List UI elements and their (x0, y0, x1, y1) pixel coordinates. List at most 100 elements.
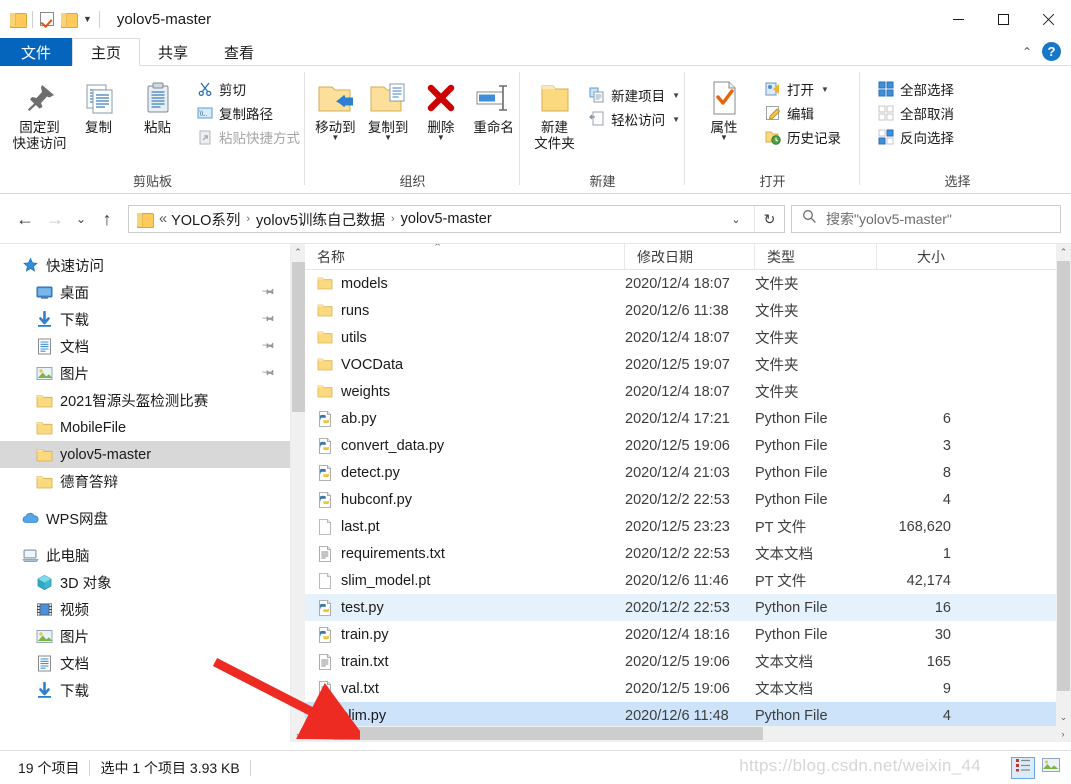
table-row[interactable]: hubconf.py 2020/12/2 22:53 Python File 4 (305, 486, 1071, 513)
forward-button[interactable]: → (40, 204, 70, 234)
pin-to-quick-access-button[interactable]: 固定到 快速访问 (10, 75, 69, 152)
table-row[interactable]: ab.py 2020/12/4 17:21 Python File 6 (305, 405, 1071, 432)
table-row[interactable]: slim_model.pt 2020/12/6 11:46 PT 文件 42,174 (305, 567, 1071, 594)
tab-home[interactable]: 主页 (72, 38, 141, 66)
search-input[interactable]: 搜索"yolov5-master" (826, 209, 952, 229)
minimize-button[interactable] (936, 0, 981, 38)
column-header-date[interactable]: 修改日期 (625, 244, 755, 270)
sidebar-item-1[interactable]: 桌面 (0, 279, 290, 306)
sidebar-item-10[interactable]: WPS网盘 (0, 505, 290, 532)
caret-down-icon[interactable]: ▼ (384, 133, 392, 141)
search-box[interactable]: 搜索"yolov5-master" (791, 205, 1061, 233)
table-row[interactable]: utils 2020/12/4 18:07 文件夹 (305, 324, 1071, 351)
table-row[interactable]: detect.py 2020/12/4 21:03 Python File 8 (305, 459, 1071, 486)
caret-down-icon[interactable]: ▼ (720, 133, 728, 141)
table-row[interactable]: last.pt 2020/12/5 23:23 PT 文件 168,620 (305, 513, 1071, 540)
file-list-horizontal-scrollbar[interactable]: ‹ › (305, 726, 1071, 742)
tab-view[interactable]: 查看 (206, 38, 272, 66)
tab-share[interactable]: 共享 (140, 38, 206, 66)
caret-down-icon[interactable]: ▼ (437, 133, 445, 141)
scroll-up-arrow-icon[interactable]: ⌃ (1056, 244, 1071, 261)
copy-path-button[interactable]: \\.. 复制路径 (193, 101, 305, 125)
breadcrumb-separator[interactable]: › (244, 213, 252, 225)
address-bar[interactable]: « YOLO系列 › yolov5训练自己数据 › yolov5-master … (128, 205, 785, 233)
pin-icon[interactable] (258, 310, 277, 329)
caret-down-icon[interactable]: ▼ (672, 115, 680, 124)
scroll-down-arrow-icon[interactable]: ⌄ (1056, 709, 1071, 726)
file-list-vertical-scrollbar[interactable]: ⌃ ⌄ (1056, 244, 1071, 726)
easy-access-button[interactable]: 轻松访问 ▼ (585, 107, 685, 131)
table-row[interactable]: runs 2020/12/6 11:38 文件夹 (305, 297, 1071, 324)
new-folder-button[interactable]: 新建 文件夹 (528, 75, 581, 152)
table-row[interactable]: convert_data.py 2020/12/5 19:06 Python Fil… (305, 432, 1071, 459)
copy-button[interactable]: 复制 (69, 75, 128, 136)
scrollbar-thumb[interactable] (292, 262, 305, 412)
scrollbar-thumb[interactable] (333, 727, 763, 740)
close-button[interactable] (1026, 0, 1071, 38)
scroll-right-arrow-icon[interactable]: › (1055, 726, 1071, 742)
select-none-button[interactable]: 全部取消 (874, 101, 959, 125)
sidebar-item-2[interactable]: 下载 (0, 306, 290, 333)
edit-button[interactable]: 编辑 (761, 101, 846, 125)
folder-icon[interactable] (10, 12, 27, 28)
pin-icon[interactable] (258, 364, 277, 383)
sidebar-item-17[interactable]: 下载 (0, 677, 290, 704)
open-button[interactable]: 打开 ▼ (761, 77, 846, 101)
copy-to-button[interactable]: 复制到 ▼ (362, 75, 415, 141)
caret-down-icon[interactable]: ▼ (83, 14, 92, 24)
sidebar-item-14[interactable]: 视频 (0, 596, 290, 623)
table-row[interactable]: val.txt 2020/12/5 19:06 文本文档 9 (305, 675, 1071, 702)
breadcrumb-item-1[interactable]: yolov5训练自己数据 (256, 209, 385, 230)
properties-button[interactable]: 属性 ▼ (693, 75, 755, 141)
table-row[interactable]: slim.py 2020/12/6 11:48 Python File 4 (305, 702, 1071, 729)
scroll-up-arrow-icon[interactable]: ⌃ (291, 244, 305, 261)
breadcrumb-separator[interactable]: › (389, 213, 397, 225)
rename-button[interactable]: 重命名 (467, 75, 520, 136)
paste-button[interactable]: 粘贴 (128, 75, 187, 136)
sidebar-item-5[interactable]: 2021智源头盔检测比赛 (0, 387, 290, 414)
sidebar-item-16[interactable]: 文档 (0, 650, 290, 677)
maximize-button[interactable] (981, 0, 1026, 38)
scroll-left-arrow-icon[interactable]: ‹ (305, 726, 321, 742)
refresh-button[interactable]: ↻ (754, 206, 784, 232)
address-prefix[interactable]: « (159, 211, 167, 227)
caret-down-icon[interactable]: ▼ (331, 133, 339, 141)
table-row[interactable]: train.txt 2020/12/5 19:06 文本文档 165 (305, 648, 1071, 675)
recent-locations-button[interactable]: ⌄ (70, 204, 92, 234)
caret-down-icon[interactable]: ▼ (821, 85, 829, 94)
scrollbar-thumb[interactable] (1057, 261, 1070, 691)
sidebar-item-7[interactable]: yolov5-master (0, 441, 290, 468)
back-button[interactable]: ← (10, 204, 40, 234)
sidebar-item-6[interactable]: MobileFile (0, 414, 290, 441)
select-all-button[interactable]: 全部选择 (874, 77, 959, 101)
pin-icon[interactable] (258, 283, 277, 302)
table-row[interactable]: requirements.txt 2020/12/2 22:53 文本文档 1 (305, 540, 1071, 567)
scroll-down-arrow-icon[interactable]: ⌄ (291, 725, 306, 742)
invert-selection-button[interactable]: 反向选择 (874, 125, 959, 149)
details-view-button[interactable] (1011, 756, 1035, 779)
up-button[interactable]: ↑ (92, 204, 122, 234)
new-item-button[interactable]: 新建项目 ▼ (585, 83, 685, 107)
table-row[interactable]: models 2020/12/4 18:07 文件夹 (305, 270, 1071, 297)
address-dropdown-button[interactable]: ⌄ (722, 206, 750, 232)
cut-button[interactable]: 剪切 (193, 77, 305, 101)
paste-shortcut-button[interactable]: 粘贴快捷方式 (193, 125, 305, 149)
tab-file[interactable]: 文件 (0, 38, 72, 66)
scrollbar-track[interactable] (321, 726, 1055, 742)
column-header-type[interactable]: 类型 (755, 244, 877, 270)
checkbox-icon[interactable] (40, 12, 54, 26)
column-header-size[interactable]: 大小 (877, 244, 955, 270)
sidebar-item-8[interactable]: 德育答辩 (0, 468, 290, 495)
help-icon[interactable]: ? (1042, 42, 1061, 61)
sidebar-item-12[interactable]: 此电脑 (0, 542, 290, 569)
sidebar-item-4[interactable]: 图片 (0, 360, 290, 387)
table-row[interactable]: weights 2020/12/4 18:07 文件夹 (305, 378, 1071, 405)
move-to-button[interactable]: 移动到 ▼ (309, 75, 362, 141)
new-folder-qat-icon[interactable] (61, 12, 78, 28)
breadcrumb-item-2[interactable]: yolov5-master (401, 211, 492, 227)
table-row[interactable]: test.py 2020/12/2 22:53 Python File 16 (305, 594, 1071, 621)
breadcrumb-item-0[interactable]: YOLO系列 (171, 209, 240, 230)
sidebar-item-0[interactable]: 快速访问 (0, 252, 290, 279)
column-header-name[interactable]: 名称 (305, 244, 625, 270)
large-icons-view-button[interactable] (1039, 757, 1063, 779)
